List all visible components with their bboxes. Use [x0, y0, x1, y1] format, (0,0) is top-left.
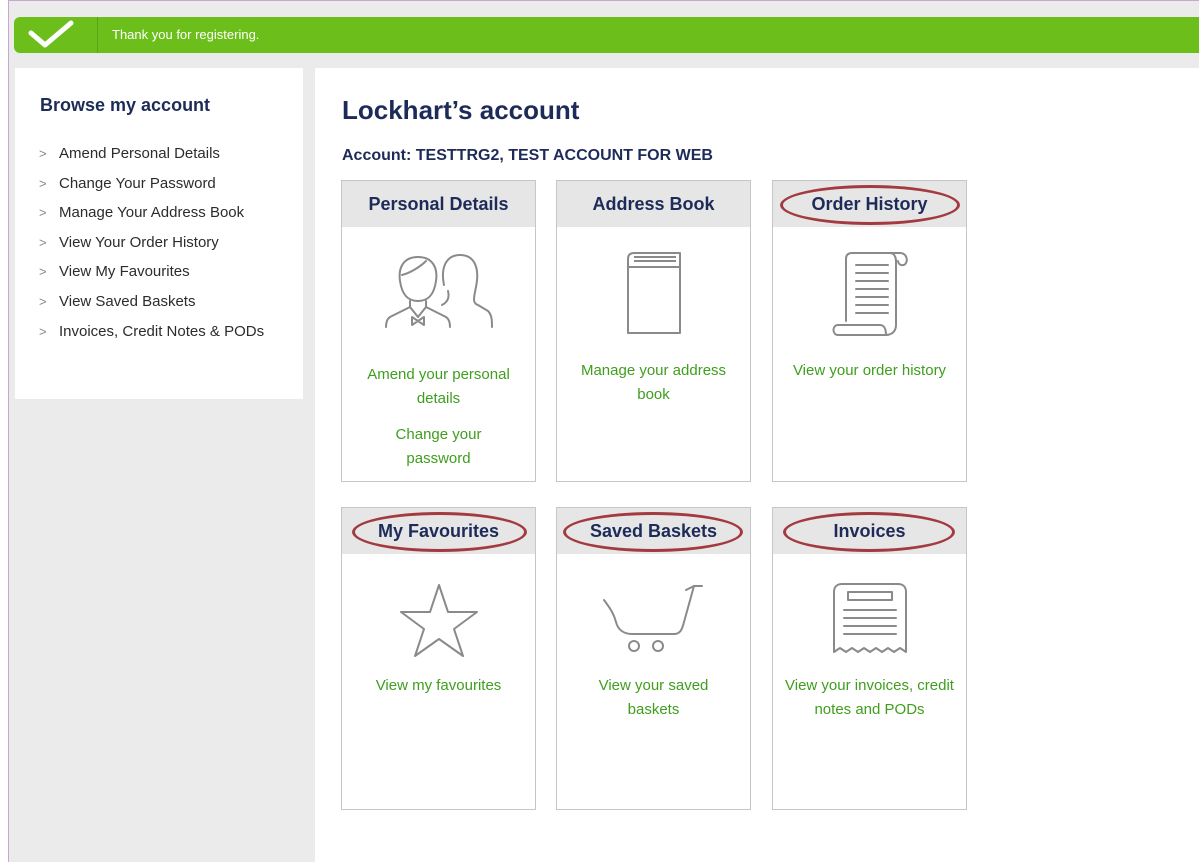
sidebar-item-amend-personal-details[interactable]: > Amend Personal Details [39, 144, 289, 163]
sidebar-item-label: Invoices, Credit Notes & PODs [59, 322, 265, 340]
chevron-right-icon: > [39, 234, 47, 250]
card-title: Address Book [557, 181, 750, 227]
success-banner: Thank you for registering. [14, 17, 1199, 53]
account-main: Lockhart’s account Account: TESTTRG2, TE… [315, 68, 1199, 862]
sidebar-item-invoices[interactable]: > Invoices, Credit Notes & PODs [39, 322, 289, 341]
view-saved-baskets-link[interactable]: View your saved baskets [557, 674, 750, 722]
sidebar-item-label: Manage Your Address Book [59, 204, 245, 222]
view-favourites-link[interactable]: View my favourites [342, 674, 535, 698]
card-my-favourites[interactable]: My Favourites View my favourites [341, 507, 536, 810]
highlight-ring [783, 512, 955, 552]
sidebar-item-label: View Your Order History [59, 233, 219, 251]
checkmark-icon [14, 17, 98, 53]
change-password-link[interactable]: Change your password [342, 423, 535, 471]
chevron-right-icon: > [39, 175, 47, 191]
view-order-history-link[interactable]: View your order history [773, 359, 966, 383]
highlight-ring [780, 185, 960, 225]
chevron-right-icon: > [39, 264, 47, 280]
card-title: Invoices [773, 508, 966, 554]
sidebar-item-favourites[interactable]: > View My Favourites [39, 262, 289, 281]
sidebar-item-address-book[interactable]: > Manage Your Address Book [39, 203, 289, 222]
manage-address-book-link[interactable]: Manage your address book [557, 359, 750, 407]
star-icon [399, 584, 478, 657]
card-title: Order History [773, 181, 966, 227]
account-sidebar: Browse my account > Amend Personal Detail… [15, 68, 303, 399]
chevron-right-icon: > [39, 323, 47, 339]
sidebar-item-saved-baskets[interactable]: > View Saved Baskets [39, 292, 289, 311]
highlight-ring [352, 512, 527, 552]
banner-message: Thank you for registering. [112, 27, 260, 42]
receipt-icon [832, 583, 907, 653]
chevron-right-icon: > [39, 205, 47, 221]
card-title: Saved Baskets [557, 508, 750, 554]
sidebar-item-order-history[interactable]: > View Your Order History [39, 233, 289, 252]
cart-icon [602, 585, 703, 652]
people-icon [384, 254, 493, 328]
sidebar-menu: > Amend Personal Details > Change Your Pas… [39, 144, 289, 351]
chevron-right-icon: > [39, 293, 47, 309]
card-personal-details[interactable]: Personal Details Amend your personal det… [341, 180, 536, 482]
scroll-icon [832, 252, 908, 336]
card-address-book[interactable]: Address Book Manage your address book [556, 180, 751, 482]
card-invoices[interactable]: Invoices View your invoices, credit note… [772, 507, 967, 810]
card-order-history[interactable]: Order History View your order history [772, 180, 967, 482]
view-invoices-link[interactable]: View your invoices, credit notes and POD… [773, 674, 966, 722]
account-info: Account: TESTTRG2, TEST ACCOUNT FOR WEB [342, 147, 713, 164]
card-title: My Favourites [342, 508, 535, 554]
sidebar-item-label: Change Your Password [59, 174, 216, 192]
sidebar-item-label: View Saved Baskets [59, 292, 196, 310]
card-title: Personal Details [342, 181, 535, 227]
chevron-right-icon: > [39, 146, 47, 161]
page-title: Lockhart’s account [342, 95, 580, 125]
card-saved-baskets[interactable]: Saved Baskets View your saved baskets [556, 507, 751, 810]
sidebar-title: Browse my account [40, 95, 211, 115]
sidebar-item-label: Amend Personal Details [59, 145, 220, 162]
book-icon [626, 252, 681, 334]
sidebar-item-change-password[interactable]: > Change Your Password [39, 174, 289, 193]
highlight-ring [563, 512, 743, 552]
sidebar-item-label: View My Favourites [59, 263, 190, 281]
amend-personal-details-link[interactable]: Amend your personal details [342, 363, 535, 411]
